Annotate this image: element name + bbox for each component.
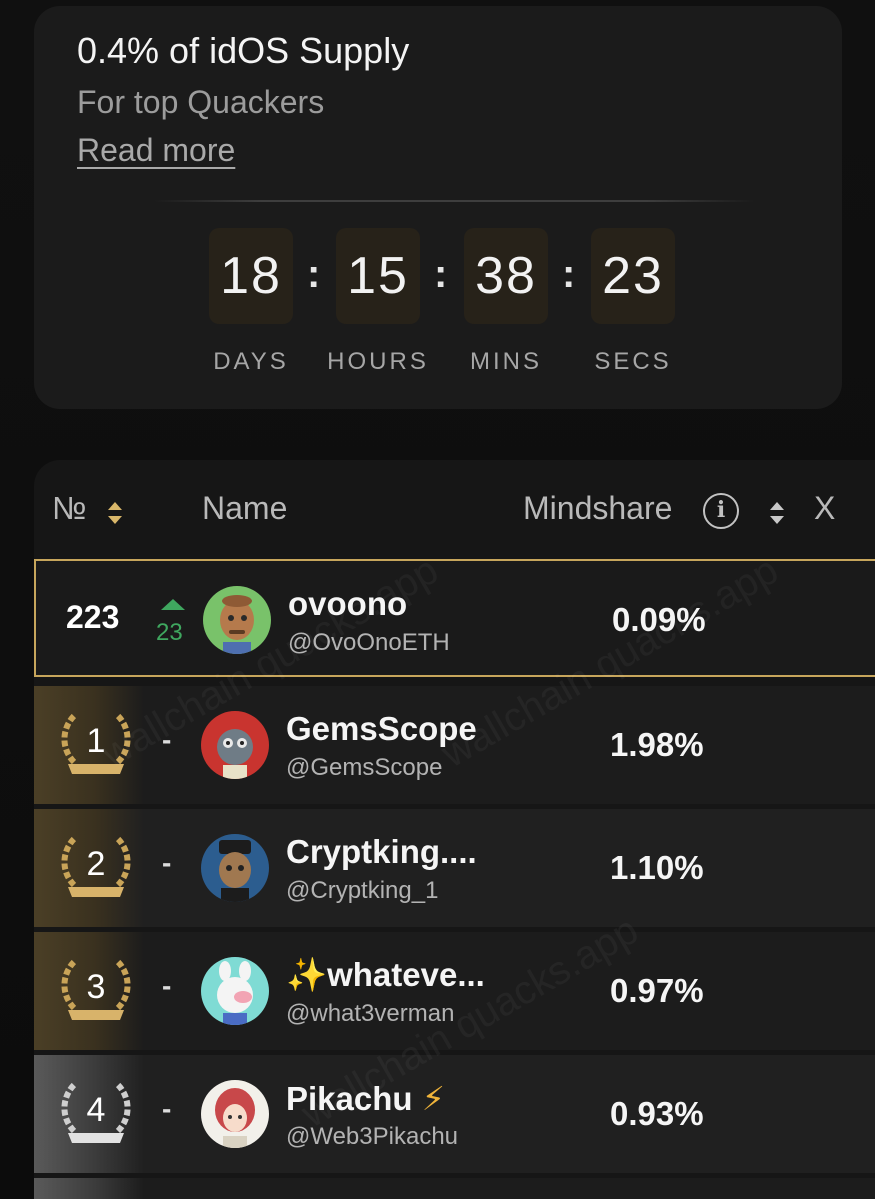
rank-delta: 23 — [156, 619, 183, 646]
leaderboard-row[interactable]: 2 - Cryptking.... @Cryptking_1 1.10% — [34, 809, 875, 927]
rank-delta: - — [162, 970, 172, 1001]
user-name: Cryptking.... — [286, 833, 477, 870]
current-user-row[interactable]: 223 23 ovoono @OvoOnoETH 0.09% — [34, 559, 875, 677]
countdown-hours-label: HOURS — [327, 348, 429, 375]
user-handle: @Cryptking_1 — [286, 877, 439, 904]
mindshare-value: 0.97% — [610, 972, 704, 1009]
name-column-header: Name — [202, 490, 288, 526]
user-handle: @what3verman — [286, 1000, 455, 1027]
countdown-separator: : — [307, 252, 321, 296]
promo-title: 0.4% of idOS Supply — [77, 30, 410, 71]
info-icon[interactable]: i — [703, 493, 739, 529]
promo-card: 0.4% of idOS Supply For top Quackers Rea… — [34, 6, 842, 409]
user-name-text: Pikachu — [286, 1080, 413, 1117]
user-handle: @GemsScope — [286, 754, 443, 781]
promo-subtitle: For top Quackers — [77, 84, 325, 120]
avatar[interactable] — [203, 586, 271, 654]
leaderboard-row[interactable]: 1 - GemsScope @GemsScope 1.98% — [34, 686, 875, 804]
mindshare-value: 0.09% — [612, 601, 706, 638]
rank-up-arrow-icon — [161, 599, 185, 610]
avatar[interactable] — [201, 957, 269, 1025]
read-more-link[interactable]: Read more — [77, 132, 235, 169]
rank-delta: - — [162, 724, 172, 755]
countdown-separator: : — [562, 252, 576, 296]
countdown-secs: 23 — [591, 228, 675, 324]
rank-sort-icon[interactable] — [107, 500, 123, 526]
countdown-mins: 38 — [464, 228, 548, 324]
mindshare-sort-icon[interactable] — [769, 500, 785, 526]
user-name: Pikachu ⚡ — [286, 1079, 445, 1118]
leaderboard-row[interactable]: 4 - Pikachu ⚡ @Web3Pikachu 0.93% — [34, 1055, 875, 1173]
rank-delta: - — [162, 1093, 172, 1124]
promo-divider — [154, 200, 754, 202]
user-handle: @Web3Pikachu — [286, 1123, 459, 1150]
rank-number: 4 — [86, 1091, 106, 1129]
countdown-mins-label: MINS — [470, 348, 542, 375]
mindshare-column-header[interactable]: Mindshare — [523, 490, 672, 527]
avatar[interactable] — [201, 711, 269, 779]
countdown-separator: : — [434, 252, 448, 296]
leaderboard-row[interactable]: 3 - ✨whateve... @what3verman 0.97% — [34, 932, 875, 1050]
avatar[interactable] — [201, 1080, 269, 1148]
rank-number: 1 — [86, 722, 106, 760]
mindshare-value: 1.10% — [610, 849, 704, 886]
leaderboard-row[interactable] — [34, 1178, 875, 1199]
medal-background — [34, 1178, 144, 1199]
countdown-hours: 15 — [336, 228, 420, 324]
countdown-days-label: DAYS — [213, 348, 289, 375]
rank-delta: - — [162, 847, 172, 878]
user-name: ✨whateve... — [286, 956, 485, 993]
user-handle: @OvoOnoETH — [288, 629, 450, 656]
user-name: GemsScope — [286, 710, 477, 747]
rank-number: 223 — [66, 599, 120, 635]
lightning-icon: ⚡ — [421, 1080, 445, 1117]
rank-column-header[interactable]: № — [52, 490, 86, 527]
rank-number: 2 — [86, 845, 106, 883]
avatar[interactable] — [201, 834, 269, 902]
countdown-secs-label: SECS — [594, 348, 672, 375]
x-column-header[interactable]: X — [814, 490, 835, 527]
user-name: ovoono — [288, 585, 408, 622]
page: 0.4% of idOS Supply For top Quackers Rea… — [0, 0, 875, 1199]
mindshare-value: 1.98% — [610, 726, 704, 763]
rank-number: 3 — [86, 968, 106, 1006]
mindshare-value: 0.93% — [610, 1095, 704, 1132]
countdown-days: 18 — [209, 228, 293, 324]
